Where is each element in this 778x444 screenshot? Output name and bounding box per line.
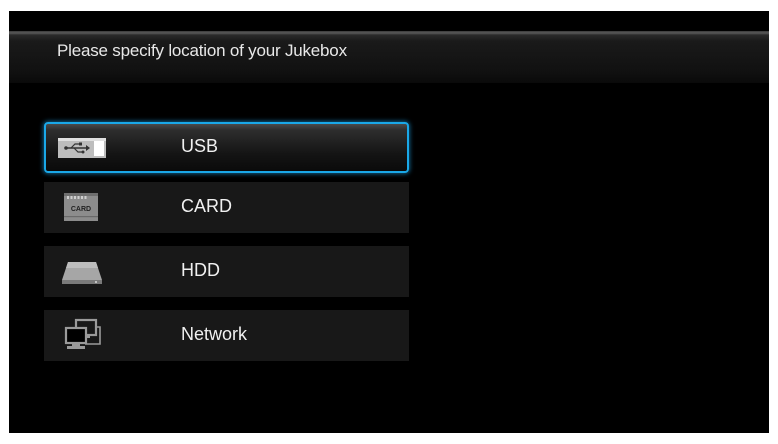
menu-item-label: HDD xyxy=(181,260,220,280)
menu-item-usb[interactable]: USB xyxy=(44,122,409,173)
menu-item-network[interactable]: Network xyxy=(44,310,409,361)
menu-item-hdd[interactable]: HDD xyxy=(44,246,409,297)
hard-drive-icon xyxy=(62,262,102,284)
menu-item-label: CARD xyxy=(181,196,233,216)
menu-item-label: USB xyxy=(181,136,219,156)
card-icon-text: CARD xyxy=(71,206,91,213)
sd-card-icon: CARD xyxy=(64,193,98,221)
menu-item-label: Network xyxy=(181,324,248,344)
network-computers-icon xyxy=(64,318,101,349)
jukebox-location-screen: Please specify location of your Jukebox … xyxy=(9,11,769,433)
page-title: Please specify location of your Jukebox xyxy=(57,41,347,60)
menu-item-card[interactable]: CARD CARD xyxy=(44,182,409,233)
header-bar: Please specify location of your Jukebox xyxy=(9,31,769,83)
usb-icon xyxy=(58,138,106,158)
